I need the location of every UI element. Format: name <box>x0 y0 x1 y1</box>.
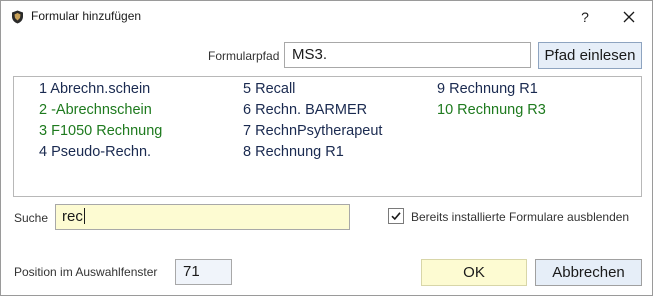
list-item[interactable]: 3 F1050 Rechnung <box>39 123 162 139</box>
title-bar: Formular hinzufügen ? <box>1 1 652 32</box>
hide-installed-checkbox[interactable] <box>388 208 404 224</box>
hide-installed-label[interactable]: Bereits installierte Formulare ausblende… <box>411 210 629 224</box>
formularpfad-input[interactable]: MS3. <box>284 42 531 68</box>
form-list[interactable]: 1 Abrechn.schein 2 -Abrechnschein 3 F105… <box>13 76 642 197</box>
checkmark-icon <box>391 212 401 221</box>
position-label: Position im Auswahlfenster <box>14 265 158 279</box>
dialog-window: Formular hinzufügen ? Formularpfad MS3. … <box>0 0 653 296</box>
list-item[interactable]: 6 Rechn. BARMER <box>243 102 367 118</box>
cancel-button[interactable]: Abbrechen <box>535 259 642 286</box>
suche-value: rec <box>62 208 83 225</box>
ok-button[interactable]: OK <box>421 259 527 286</box>
position-input[interactable]: 71 <box>175 259 232 285</box>
app-shield-icon <box>11 10 24 24</box>
list-item[interactable]: 1 Abrechn.schein <box>39 81 150 97</box>
list-item[interactable]: 8 Rechnung R1 <box>243 144 344 160</box>
close-button[interactable] <box>615 5 643 29</box>
help-button[interactable]: ? <box>573 5 597 29</box>
list-item[interactable]: 7 RechnPsytherapeut <box>243 123 382 139</box>
list-item[interactable]: 10 Rechnung R3 <box>437 102 546 118</box>
window-title: Formular hinzufügen <box>31 9 142 23</box>
close-icon <box>623 11 635 23</box>
list-item[interactable]: 5 Recall <box>243 81 295 97</box>
text-caret <box>83 208 85 224</box>
suche-label: Suche <box>14 211 49 225</box>
suche-input[interactable]: rec <box>55 204 350 230</box>
list-item[interactable]: 9 Rechnung R1 <box>437 81 538 97</box>
list-item[interactable]: 2 -Abrechnschein <box>39 102 152 118</box>
list-item[interactable]: 4 Pseudo-Rechn. <box>39 144 151 160</box>
pfad-einlesen-button[interactable]: Pfad einlesen <box>538 42 642 69</box>
formularpfad-label: Formularpfad <box>208 49 280 63</box>
